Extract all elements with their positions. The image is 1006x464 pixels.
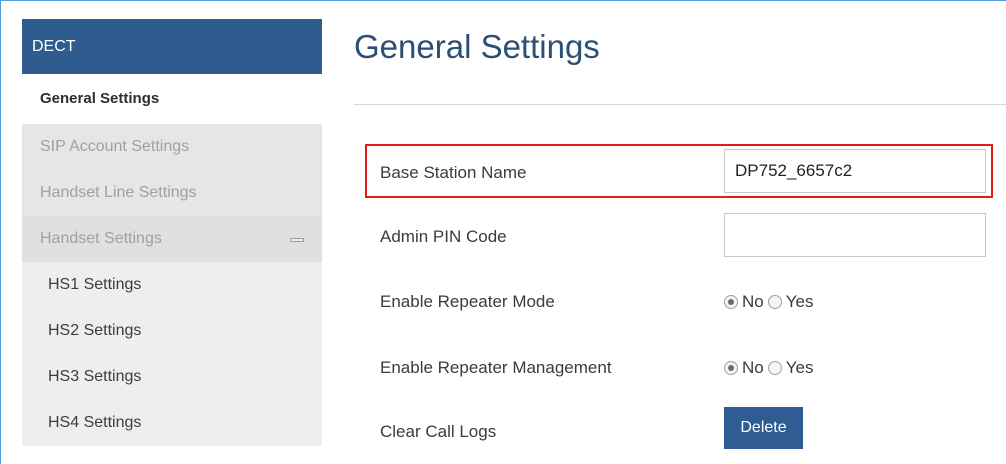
sidebar-item-label: Handset Settings [40, 230, 162, 247]
delete-button[interactable]: Delete [724, 407, 803, 449]
admin-pin-label: Admin PIN Code [380, 227, 507, 246]
radio-label-no: No [742, 358, 764, 377]
title-divider [354, 104, 1006, 105]
sidebar-menu: SIP Account Settings Handset Line Settin… [22, 124, 322, 446]
clear-call-logs-label: Clear Call Logs [380, 422, 497, 441]
repeater-mode-radio-group: No Yes [724, 292, 817, 312]
sidebar-header[interactable]: DECT [22, 19, 322, 74]
sidebar-item-general-settings[interactable]: General Settings [22, 74, 322, 124]
sidebar-subitem-hs4-settings[interactable]: HS4 Settings [22, 400, 322, 446]
radio-label-yes: Yes [785, 358, 814, 377]
base-station-name-label: Base Station Name [380, 163, 527, 182]
repeater-mode-no-radio[interactable] [724, 295, 738, 309]
repeater-mode-yes-radio[interactable] [767, 295, 782, 309]
repeater-management-yes-radio[interactable] [767, 361, 782, 375]
base-station-name-input[interactable] [724, 149, 986, 193]
repeater-management-radio-group: No Yes [724, 358, 817, 378]
sidebar-item-handset-line-settings[interactable]: Handset Line Settings [22, 170, 322, 216]
repeater-mode-label: Enable Repeater Mode [380, 292, 555, 311]
sidebar-subitem-hs3-settings[interactable]: HS3 Settings [22, 354, 322, 400]
sidebar-item-sip-account-settings[interactable]: SIP Account Settings [22, 124, 322, 170]
sidebar-item-handset-settings[interactable]: Handset Settings [22, 216, 322, 262]
repeater-management-label: Enable Repeater Management [380, 358, 612, 377]
page-title: General Settings [354, 28, 600, 65]
repeater-management-no-radio[interactable] [724, 361, 738, 375]
sidebar: DECT General Settings SIP Account Settin… [22, 19, 322, 464]
radio-label-no: No [742, 292, 764, 311]
radio-label-yes: Yes [785, 292, 814, 311]
admin-pin-input[interactable] [724, 213, 986, 257]
collapse-icon[interactable] [290, 238, 304, 242]
sidebar-subitem-hs1-settings[interactable]: HS1 Settings [22, 262, 322, 308]
sidebar-subitem-hs2-settings[interactable]: HS2 Settings [22, 308, 322, 354]
